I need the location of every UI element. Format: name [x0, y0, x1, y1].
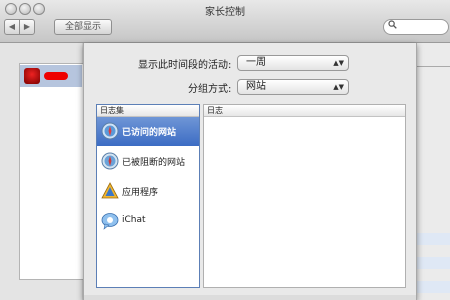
log-item-label: iChat	[122, 215, 146, 225]
window-titlebar: 家长控制 ◀ ▶ 全部显示	[0, 0, 450, 43]
group-by-value: 网站	[246, 81, 266, 92]
log-collections-header[interactable]: 日志集	[97, 105, 199, 117]
window-title: 家长控制	[205, 7, 245, 18]
log-item-label: 应用程序	[122, 188, 159, 198]
activity-period-value: 一周	[246, 57, 266, 68]
user-list-item[interactable]	[20, 65, 82, 87]
popup-arrows-icon: ▲▼	[333, 59, 344, 67]
log-item-blocked-sites[interactable]: 已被阻断的网站	[97, 147, 199, 176]
background-row-stripe	[415, 257, 450, 269]
user-avatar	[24, 68, 40, 84]
log-collections-list: 日志集 已访问的网站 已被阻断的网站 应用程序 iChat	[96, 104, 200, 288]
search-icon	[388, 20, 397, 34]
background-row-stripe	[415, 233, 450, 245]
search-field[interactable]	[383, 19, 449, 35]
log-item-label: 已访问的网站	[122, 128, 177, 138]
show-all-button[interactable]: 全部显示	[54, 19, 112, 35]
safari-compass-icon	[101, 122, 119, 140]
activity-period-popup[interactable]: 一周 ▲▼	[237, 55, 349, 71]
safari-compass-icon	[101, 152, 119, 170]
sheet-bottom-strip	[84, 295, 416, 300]
popup-arrows-icon: ▲▼	[333, 83, 344, 91]
group-by-label: 分组方式:	[188, 84, 232, 95]
log-item-visited-sites[interactable]: 已访问的网站	[97, 117, 199, 146]
back-button[interactable]: ◀	[4, 19, 20, 35]
log-item-ichat[interactable]: iChat	[97, 207, 199, 236]
applications-a-icon	[101, 182, 119, 200]
user-list	[19, 63, 84, 280]
forward-button[interactable]: ▶	[19, 19, 35, 35]
user-name-redacted	[44, 72, 68, 80]
group-by-popup[interactable]: 网站 ▲▼	[237, 79, 349, 95]
background-slider	[416, 66, 450, 67]
background-row-stripe	[415, 281, 450, 293]
activity-period-label: 显示此时间段的活动:	[138, 60, 232, 71]
logs-header[interactable]: 日志	[204, 105, 405, 117]
ichat-bubble-icon	[101, 212, 119, 230]
logs-list: 日志	[203, 104, 406, 288]
logs-sheet: 显示此时间段的活动: 一周 ▲▼ 分组方式: 网站 ▲▼ 日志集 已访问的网站 …	[83, 43, 417, 300]
log-item-label: 已被阻断的网站	[122, 158, 186, 168]
log-item-applications[interactable]: 应用程序	[97, 177, 199, 206]
